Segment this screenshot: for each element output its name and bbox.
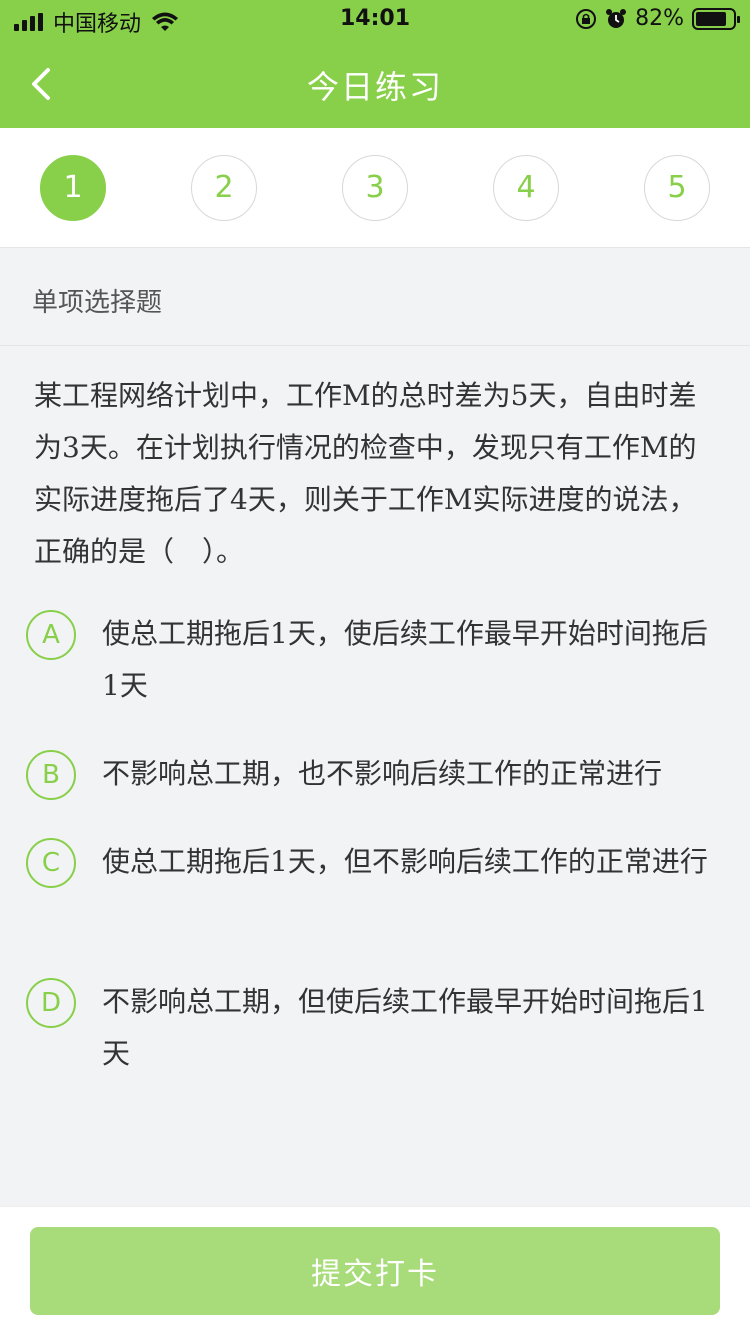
option-letter[interactable]: B xyxy=(26,750,76,800)
option-text[interactable]: 使总工期拖后1天，使后续工作最早开始时间拖后1天 xyxy=(102,608,722,712)
status-bar: 中国移动 14:01 82% xyxy=(0,0,750,40)
submit-checkin-button[interactable]: 提交打卡 xyxy=(30,1227,720,1315)
question-text: 某工程网络计划中，工作M的总时差为5天，自由时差为3天。在计划执行情况的检查中，… xyxy=(34,379,697,568)
rotation-lock-icon xyxy=(576,8,597,29)
battery-percent: 82% xyxy=(635,6,684,31)
question-stepper: 1 2 3 4 5 xyxy=(0,128,750,248)
option-text[interactable]: 不影响总工期，但使后续工作最早开始时间拖后1天 xyxy=(102,976,722,1080)
option-d[interactable]: D 不影响总工期，但使后续工作最早开始时间拖后1天 xyxy=(0,976,750,1080)
battery-icon xyxy=(692,7,740,30)
option-text[interactable]: 不影响总工期，也不影响后续工作的正常进行 xyxy=(102,748,722,800)
alarm-icon xyxy=(606,8,627,28)
question-type-label: 单项选择题 xyxy=(32,288,163,318)
option-b[interactable]: B 不影响总工期，也不影响后续工作的正常进行 xyxy=(0,748,750,800)
footer-bar: 提交打卡 xyxy=(0,1206,750,1334)
option-text[interactable]: 使总工期拖后1天，但不影响后续工作的正常进行 xyxy=(102,836,722,888)
option-letter[interactable]: A xyxy=(26,610,76,660)
option-a[interactable]: A 使总工期拖后1天，使后续工作最早开始时间拖后1天 xyxy=(0,608,750,712)
header-bar: 中国移动 14:01 82% 今日练习 xyxy=(0,0,750,128)
step-2[interactable]: 2 xyxy=(191,155,257,221)
step-1[interactable]: 1 xyxy=(40,155,106,221)
option-letter[interactable]: C xyxy=(26,838,76,888)
step-4[interactable]: 4 xyxy=(493,155,559,221)
option-letter[interactable]: D xyxy=(26,978,76,1028)
step-3[interactable]: 3 xyxy=(342,155,408,221)
question-type-bar: 单项选择题 xyxy=(0,248,750,346)
battery-fill xyxy=(696,11,726,26)
step-5[interactable]: 5 xyxy=(644,155,710,221)
option-c[interactable]: C 使总工期拖后1天，但不影响后续工作的正常进行 xyxy=(0,836,750,940)
page-title: 今日练习 xyxy=(306,68,443,106)
status-right: 82% xyxy=(575,6,740,31)
